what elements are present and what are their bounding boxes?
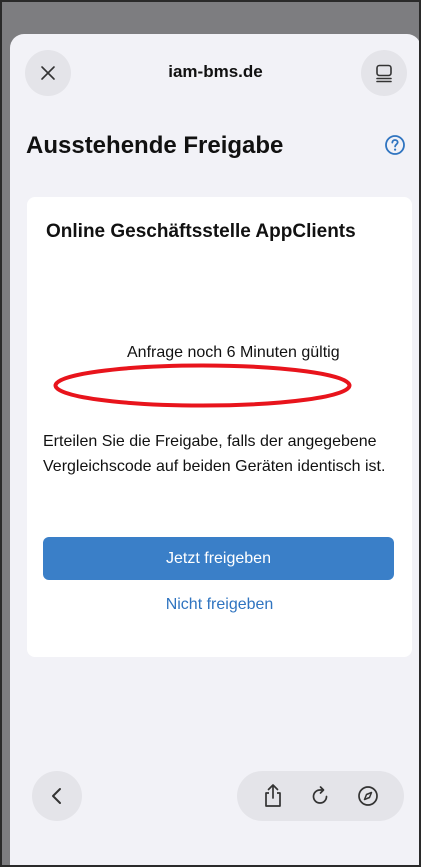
reader-button[interactable] (361, 50, 407, 96)
approval-card: Online Geschäftsstelle AppClients Anfrag… (27, 197, 412, 657)
approve-button[interactable]: Jetzt freigeben (43, 537, 394, 580)
reader-icon (376, 64, 392, 83)
screen: iam-bms.de Ausstehende Freigabe Online G… (0, 0, 421, 867)
compass-icon (358, 786, 378, 806)
question-circle-icon[interactable] (384, 134, 406, 156)
deny-link[interactable]: Nicht freigeben (27, 596, 412, 614)
page-title: Ausstehende Freigabe (26, 132, 284, 159)
back-button[interactable] (32, 771, 82, 821)
validity-text: Anfrage noch 6 Minuten gültig (127, 344, 340, 361)
info-text: Erteilen Sie die Freigabe, falls der ang… (43, 433, 386, 475)
close-button[interactable] (25, 50, 71, 96)
toolbar (237, 771, 404, 821)
url-label[interactable]: iam-bms.de (70, 62, 361, 82)
card-title: Online Geschäftsstelle AppClients (46, 221, 356, 242)
reload-button[interactable] (306, 782, 334, 810)
close-icon (41, 66, 55, 80)
reload-icon (313, 786, 328, 804)
browser-sheet: iam-bms.de Ausstehende Freigabe Online G… (10, 34, 421, 867)
share-icon (264, 784, 281, 807)
chevron-left-icon (52, 788, 61, 804)
safari-button[interactable] (354, 782, 382, 810)
share-button[interactable] (259, 782, 287, 810)
